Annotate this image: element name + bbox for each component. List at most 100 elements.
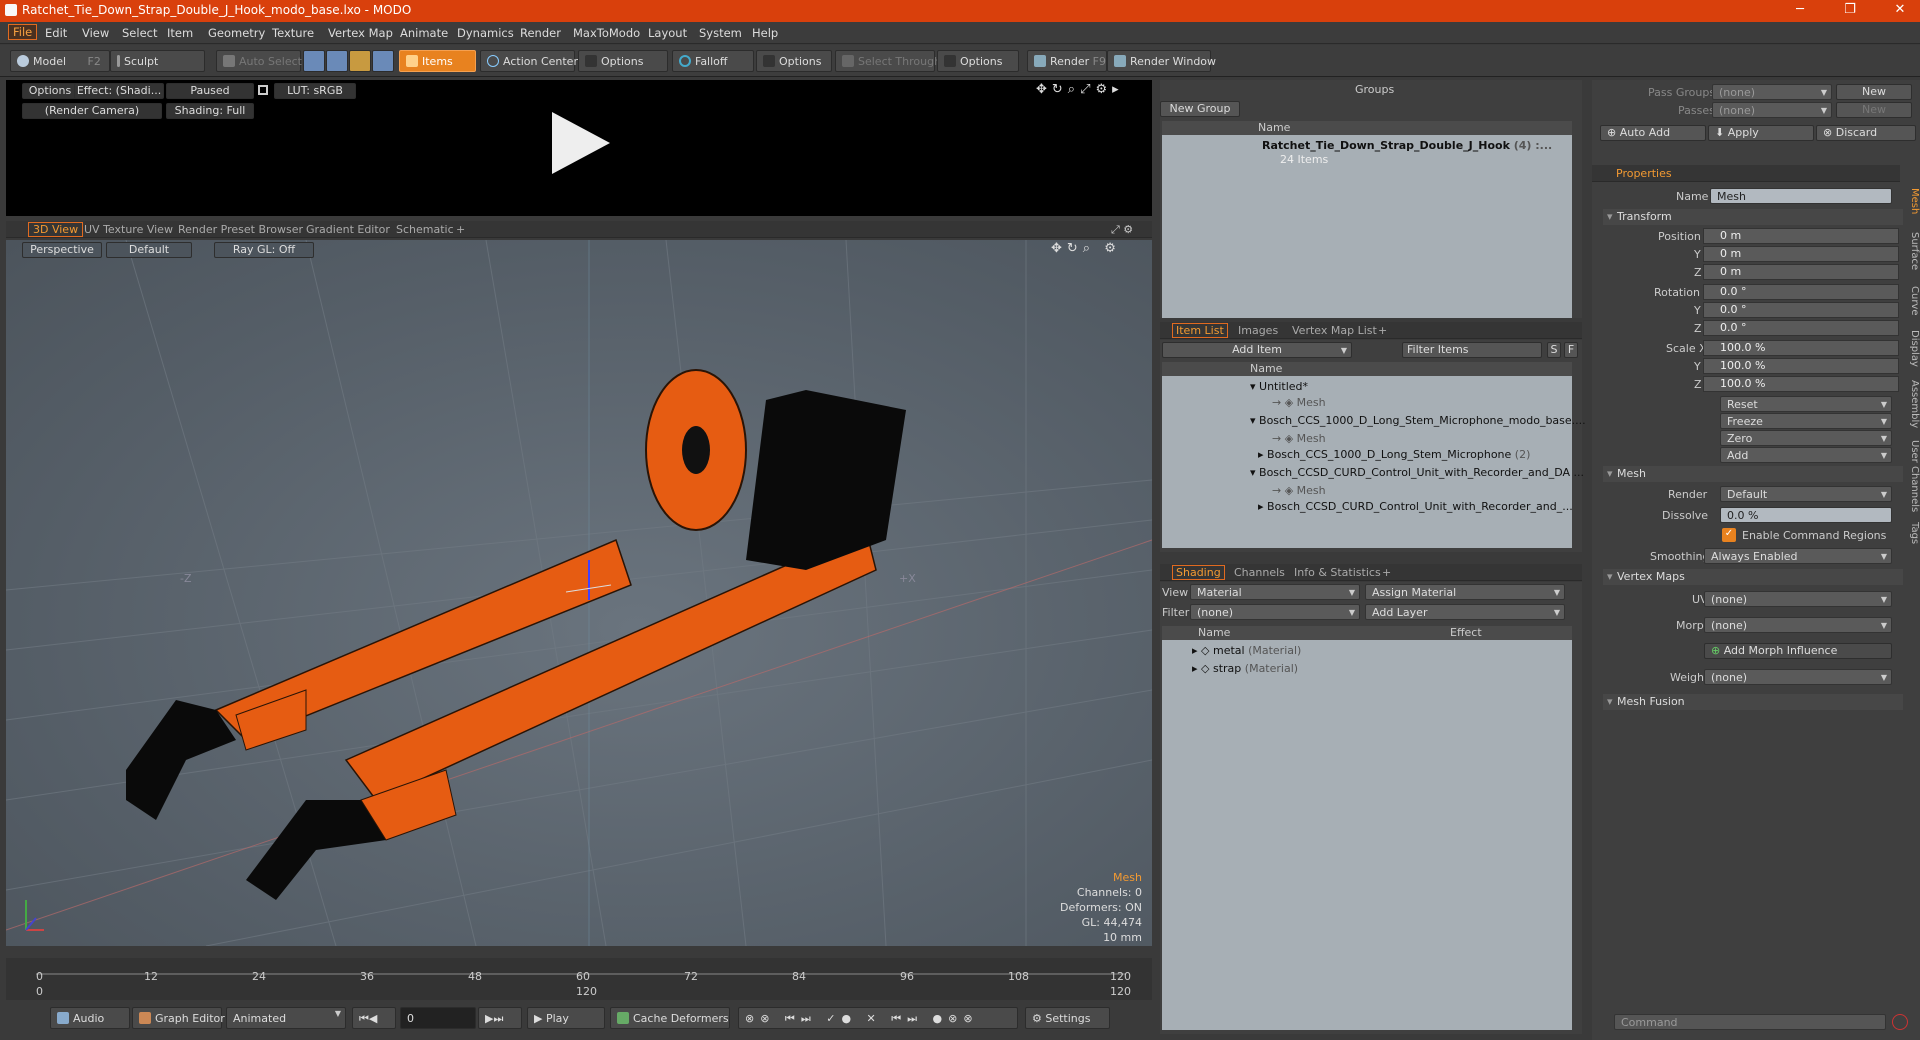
rotation-z-field[interactable]: 0.0 °: [1703, 320, 1899, 336]
shader-row-strap[interactable]: ▸ ◇ strap (Material): [1192, 662, 1298, 677]
filter-f-button[interactable]: F: [1564, 342, 1578, 358]
add-layer-dropdown[interactable]: Add Layer: [1365, 604, 1565, 620]
keyframe-tools[interactable]: ⊗⊗ ⏮⏭ ✓● ✕ ⏮⏭ ●⊗⊗: [738, 1007, 1018, 1029]
menu-layout[interactable]: Layout: [648, 26, 687, 40]
uv-dropdown[interactable]: (none): [1704, 591, 1892, 607]
mesh-fusion-section[interactable]: Mesh Fusion: [1603, 694, 1903, 710]
side-tab-user-channels[interactable]: User Channels: [1902, 440, 1920, 512]
preview-nav-icons[interactable]: ✥↻⌕⤢⚙▸: [1036, 82, 1124, 97]
filter-items-input[interactable]: Filter Items: [1402, 342, 1542, 358]
menu-system[interactable]: System: [699, 26, 742, 40]
smoothing-dropdown[interactable]: Always Enabled: [1704, 548, 1892, 564]
side-tab-display[interactable]: Display: [1902, 330, 1920, 367]
lut-dropdown[interactable]: LUT: sRGB: [274, 83, 356, 99]
transform-section[interactable]: Transform: [1603, 209, 1903, 225]
rotation-y-field[interactable]: 0.0 °: [1703, 302, 1899, 318]
menu-select[interactable]: Select: [122, 26, 157, 40]
menu-animate[interactable]: Animate: [400, 26, 448, 40]
perspective-dropdown[interactable]: Perspective: [22, 242, 102, 258]
lock-icon[interactable]: [258, 85, 268, 95]
menu-dynamics[interactable]: Dynamics: [457, 26, 514, 40]
side-tab-surface[interactable]: Surface: [1902, 232, 1920, 270]
paused-button[interactable]: Paused: [166, 83, 254, 99]
side-tab-tags[interactable]: Tags: [1902, 522, 1920, 544]
effect-dropdown[interactable]: Effect: (Shadi...: [74, 83, 164, 99]
menu-vertex-map[interactable]: Vertex Map: [328, 26, 393, 40]
assign-material-dropdown[interactable]: Assign Material: [1365, 584, 1565, 600]
menu-maxtomodo[interactable]: MaxToModo: [573, 26, 640, 40]
render-camera-dropdown[interactable]: (Render Camera): [22, 103, 162, 119]
menu-item[interactable]: Item: [167, 26, 193, 40]
3d-viewport[interactable]: Perspective Default Ray GL: Off ✥↻⌕ ⚙ -Z…: [6, 240, 1152, 946]
menu-file[interactable]: File: [8, 24, 38, 40]
minimize-icon[interactable]: ─: [1785, 2, 1815, 17]
menu-texture[interactable]: Texture: [272, 26, 314, 40]
auto-add-button[interactable]: ⊕ Auto Add: [1600, 125, 1706, 141]
scale-x-field[interactable]: 100.0 %: [1703, 340, 1899, 356]
list-item[interactable]: ▸ Bosch_CCS_1000_D_Long_Stem_Microphone …: [1258, 448, 1530, 463]
tab-properties[interactable]: Properties: [1616, 167, 1672, 180]
list-item[interactable]: ▸ Bosch_CCSD_CURD_Control_Unit_with_Reco…: [1258, 500, 1573, 515]
tab-uv-texture-view[interactable]: UV Texture View: [84, 223, 173, 236]
side-tab-curve[interactable]: Curve: [1902, 286, 1920, 316]
select-options-button[interactable]: Options: [937, 50, 1019, 72]
scale-y-field[interactable]: 100.0 %: [1703, 358, 1899, 374]
enable-cmd-checkbox[interactable]: ✓: [1722, 528, 1736, 542]
name-field[interactable]: Mesh: [1710, 188, 1892, 204]
skip-start-icon[interactable]: ⏮◀: [352, 1007, 396, 1029]
shader-row-metal[interactable]: ▸ ◇ metal (Material): [1192, 644, 1301, 659]
tab-add[interactable]: +: [456, 223, 465, 236]
settings-button[interactable]: ⚙ Settings: [1025, 1007, 1110, 1029]
list-item[interactable]: ▾ Bosch_CCS_1000_D_Long_Stem_Microphone_…: [1250, 414, 1586, 429]
timeline[interactable]: 0 12 24 36 48 60 72 84 96 108 120 0 120 …: [6, 958, 1152, 1000]
action-center-button[interactable]: Action Center: [480, 50, 578, 72]
rotation-x-field[interactable]: 0.0 °: [1703, 284, 1899, 300]
render-dropdown[interactable]: Default: [1720, 486, 1892, 502]
apply-button[interactable]: ⬇ Apply: [1708, 125, 1814, 141]
tab-3d-view[interactable]: 3D View: [28, 222, 84, 237]
tab-images[interactable]: Images: [1238, 324, 1278, 337]
audio-button[interactable]: Audio: [50, 1007, 130, 1029]
new-group-button[interactable]: New Group: [1160, 101, 1240, 117]
tab-shading[interactable]: Shading: [1172, 565, 1225, 580]
materials-mode-button[interactable]: [372, 50, 394, 72]
play-preview-icon[interactable]: [546, 108, 616, 178]
add-item-dropdown[interactable]: Add Item: [1162, 342, 1352, 358]
zero-dropdown[interactable]: Zero: [1720, 430, 1892, 446]
list-item[interactable]: ▾ Untitled*: [1250, 380, 1308, 395]
tab-vertex-map-list[interactable]: Vertex Map List: [1292, 324, 1377, 337]
model-mode-button[interactable]: Model F2: [10, 50, 110, 72]
side-tab-assembly[interactable]: Assembly: [1902, 380, 1920, 428]
tab-info-statistics[interactable]: Info & Statistics: [1294, 566, 1381, 579]
sculpt-mode-button[interactable]: Sculpt: [110, 50, 205, 72]
passes-dropdown[interactable]: (none): [1712, 102, 1832, 118]
position-x-field[interactable]: 0 m: [1703, 228, 1899, 244]
render-window-button[interactable]: Render Window: [1107, 50, 1216, 72]
group-item[interactable]: Ratchet_Tie_Down_Strap_Double_J_Hook (4)…: [1262, 139, 1552, 154]
maximize-icon[interactable]: ❐: [1835, 2, 1865, 17]
skip-end-icon[interactable]: ▶⏭: [478, 1007, 522, 1029]
freeze-dropdown[interactable]: Freeze: [1720, 413, 1892, 429]
mesh-section[interactable]: Mesh: [1603, 466, 1903, 482]
add-morph-influence-button[interactable]: ⊕ Add Morph Influence: [1704, 643, 1892, 659]
cache-deformers-button[interactable]: Cache Deformers: [610, 1007, 730, 1029]
new-pass-group-button[interactable]: New: [1836, 84, 1912, 100]
animated-dropdown[interactable]: Animated: [226, 1007, 346, 1029]
list-item[interactable]: ▾ Bosch_CCSD_CURD_Control_Unit_with_Reco…: [1250, 466, 1584, 481]
falloff-options-button[interactable]: Options: [756, 50, 832, 72]
polygons-mode-button[interactable]: [349, 50, 371, 72]
pass-groups-dropdown[interactable]: (none): [1712, 84, 1832, 100]
vertices-mode-button[interactable]: [303, 50, 325, 72]
edges-mode-button[interactable]: [326, 50, 348, 72]
select-through-button[interactable]: Select Through: [835, 50, 941, 72]
filter-dropdown[interactable]: (none): [1190, 604, 1360, 620]
raygl-dropdown[interactable]: Ray GL: Off: [214, 242, 314, 258]
scale-z-field[interactable]: 100.0 %: [1703, 376, 1899, 392]
weight-dropdown[interactable]: (none): [1704, 669, 1892, 685]
play-button[interactable]: ▶ Play: [527, 1007, 605, 1029]
menu-help[interactable]: Help: [752, 26, 778, 40]
command-cancel-icon[interactable]: [1892, 1014, 1908, 1030]
action-center-options-button[interactable]: Options: [578, 50, 668, 72]
viewport-nav-icons[interactable]: ✥↻⌕ ⚙: [1051, 241, 1121, 256]
command-input[interactable]: Command: [1614, 1014, 1886, 1030]
